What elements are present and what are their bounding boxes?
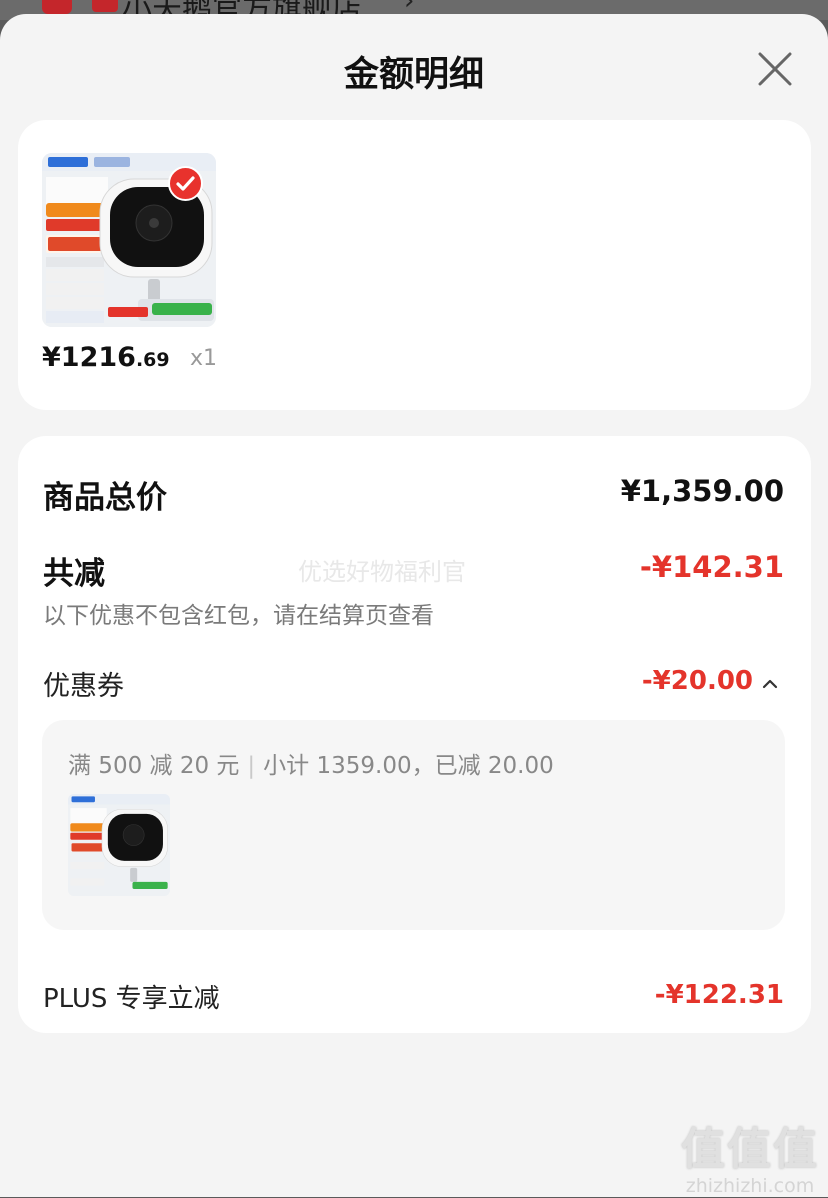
total-reduction-value: -¥142.31 bbox=[639, 550, 784, 584]
coupon-label[interactable]: 优惠券 bbox=[43, 664, 124, 703]
product-price-integer: ¥1216 bbox=[42, 342, 136, 373]
coupon-product-image[interactable] bbox=[68, 794, 170, 896]
selected-check-icon[interactable] bbox=[168, 166, 203, 201]
price-detail-card: 商品总价 ¥1,359.00 优选好物福利官 共减 -¥142.31 以下优惠不… bbox=[18, 436, 811, 1033]
coupon-subtotal: 小计 1359.00，已减 20.00 bbox=[263, 753, 554, 779]
site-watermark-glyphs: 值值值 bbox=[681, 1124, 819, 1175]
divider: | bbox=[247, 753, 256, 779]
sheet-title: 金额明细 bbox=[343, 55, 484, 95]
store-check-icon bbox=[42, 0, 72, 14]
total-price-label: 商品总价 bbox=[43, 480, 167, 516]
plus-discount-value: -¥122.31 bbox=[654, 980, 784, 1010]
store-icon bbox=[92, 0, 118, 12]
product-price-decimal: .69 bbox=[135, 349, 170, 371]
coupon-detail-box: 满 500 减 20 元 | 小计 1359.00，已减 20.00 bbox=[42, 720, 785, 930]
product-card: ¥1216.69 x1 bbox=[18, 120, 811, 410]
watermark-text: 优选好物福利官 bbox=[298, 558, 466, 586]
site-watermark-domain: zhizhizhi.com bbox=[685, 1175, 815, 1197]
coupon-rule-line: 满 500 减 20 元 | 小计 1359.00，已减 20.00 bbox=[68, 746, 554, 780]
product-quantity: x1 bbox=[190, 346, 218, 371]
total-price-value: ¥1,359.00 bbox=[620, 474, 784, 508]
product-price: ¥1216.69 bbox=[42, 342, 170, 373]
chevron-up-icon[interactable] bbox=[761, 676, 779, 690]
close-icon[interactable] bbox=[754, 48, 796, 90]
plus-discount-label: PLUS 专享立减 bbox=[43, 984, 220, 1014]
discount-note: 以下优惠不包含红包，请在结算页查看 bbox=[43, 603, 434, 629]
amount-detail-sheet: 金额明细 ¥1216.69 x1 商品总价 ¥1,359.00 优选好物福利官 … bbox=[0, 14, 828, 1197]
coupon-value[interactable]: -¥20.00 bbox=[642, 666, 753, 696]
site-watermark: 值值值 zhizhizhi.com bbox=[676, 1126, 824, 1198]
total-reduction-label: 共减 bbox=[43, 556, 105, 592]
coupon-rule: 满 500 减 20 元 bbox=[68, 753, 240, 779]
